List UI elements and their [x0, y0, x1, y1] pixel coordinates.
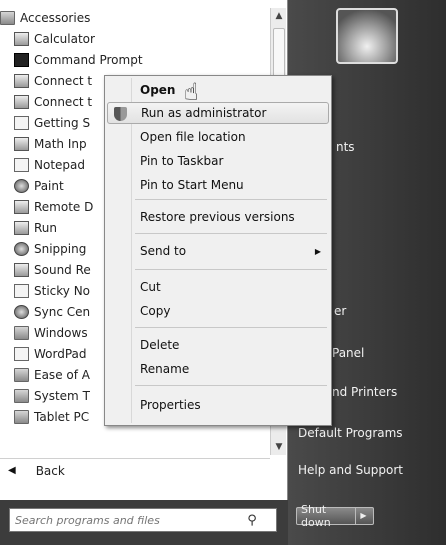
right-link-documents[interactable]: nts: [336, 140, 355, 154]
menu-separator: [135, 327, 327, 328]
menu-separator: [135, 269, 327, 270]
menu-item-label: Rename: [140, 362, 190, 376]
menu-item-properties[interactable]: Properties: [107, 394, 329, 416]
menu-item-label: Run as administrator: [141, 106, 267, 120]
remote-desktop-icon: [14, 200, 29, 214]
folder-icon: [0, 11, 15, 25]
program-label: Math Inp: [34, 137, 87, 151]
right-link-devices-printers[interactable]: nd Printers: [332, 385, 397, 399]
menu-item-copy[interactable]: Copy: [107, 300, 329, 322]
run-icon: [14, 221, 29, 235]
right-link-control-panel[interactable]: Panel: [332, 346, 364, 360]
menu-separator: [135, 233, 327, 234]
snipping-tool-icon: [14, 242, 29, 256]
menu-item-rename[interactable]: Rename: [107, 358, 329, 380]
program-label: Getting S: [34, 116, 91, 130]
program-label: Command Prompt: [34, 53, 143, 67]
menu-item-label: Delete: [140, 338, 180, 352]
search-input[interactable]: [10, 513, 242, 527]
right-link-default-programs[interactable]: Default Programs: [298, 426, 403, 440]
folder-icon: [14, 410, 29, 424]
menu-item-label: Cut: [140, 280, 161, 294]
wordpad-icon: [14, 347, 29, 361]
sync-center-icon: [14, 305, 29, 319]
program-label: Connect t: [34, 95, 93, 109]
notepad-icon: [14, 158, 29, 172]
back-button[interactable]: ◀ Back: [0, 458, 270, 482]
scroll-down-icon[interactable]: ▼: [271, 439, 287, 455]
start-menu: Accessories Calculator Command Prompt Co…: [0, 0, 446, 545]
menu-item-label: Send to: [140, 244, 187, 258]
menu-item-open[interactable]: Open: [107, 79, 329, 101]
program-label: Paint: [34, 179, 64, 193]
context-menu: Open Run as administrator Open file loca…: [104, 75, 332, 426]
back-arrow-icon: ◀: [8, 465, 16, 476]
shield-icon: [114, 107, 127, 121]
command-prompt-icon: [14, 53, 29, 67]
sound-recorder-icon: [14, 263, 29, 277]
search-icon[interactable]: ⚲: [242, 513, 262, 528]
menu-item-label: Copy: [140, 304, 171, 318]
calculator-icon: [14, 32, 29, 46]
menu-item-label: Restore previous versions: [140, 210, 295, 224]
program-label: Calculator: [34, 32, 95, 46]
shutdown-button[interactable]: Shut down ▶: [296, 503, 374, 529]
menu-item-label: Properties: [140, 398, 201, 412]
folder-icon: [14, 368, 29, 382]
menu-separator: [135, 385, 327, 386]
shutdown-options-icon[interactable]: ▶: [355, 508, 371, 524]
connect-projector-icon: [14, 95, 29, 109]
menu-item-pin-to-start-menu[interactable]: Pin to Start Menu: [107, 174, 329, 196]
program-calculator[interactable]: Calculator: [14, 29, 270, 49]
program-label: System T: [34, 389, 90, 403]
back-label: Back: [35, 463, 65, 478]
hand-cursor-icon: ☝: [184, 78, 199, 106]
menu-item-restore-previous-versions[interactable]: Restore previous versions: [107, 206, 329, 228]
menu-item-label: Pin to Start Menu: [140, 178, 244, 192]
program-label: WordPad: [34, 347, 87, 361]
program-label: Connect t: [34, 74, 93, 88]
program-label: Windows: [34, 326, 88, 340]
menu-item-delete[interactable]: Delete: [107, 334, 329, 356]
paint-icon: [14, 179, 29, 193]
math-input-icon: [14, 137, 29, 151]
sticky-notes-icon: [14, 284, 29, 298]
right-link-help-support[interactable]: Help and Support: [298, 463, 403, 477]
program-command-prompt[interactable]: Command Prompt: [14, 50, 270, 70]
program-label: Accessories: [20, 11, 91, 25]
menu-item-label: Open file location: [140, 130, 246, 144]
user-picture[interactable]: [336, 8, 398, 64]
program-label: Sync Cen: [34, 305, 91, 319]
program-label: Remote D: [34, 200, 94, 214]
submenu-arrow-icon: ▶: [314, 246, 321, 256]
shutdown-label: Shut down: [301, 503, 331, 529]
program-label: Snipping: [34, 242, 87, 256]
program-label: Run: [34, 221, 58, 235]
program-label: Sound Re: [34, 263, 91, 277]
menu-item-label: Open: [140, 83, 176, 97]
menu-item-label: Pin to Taskbar: [140, 154, 224, 168]
search-area: ⚲: [0, 500, 288, 545]
menu-item-cut[interactable]: Cut: [107, 276, 329, 298]
program-label: Ease of A: [34, 368, 90, 382]
menu-item-open-file-location[interactable]: Open file location: [107, 126, 329, 148]
right-link-computer[interactable]: er: [334, 304, 346, 318]
scroll-up-icon[interactable]: ▲: [271, 8, 287, 24]
folder-icon: [14, 389, 29, 403]
menu-item-send-to[interactable]: Send to ▶: [107, 240, 329, 262]
connect-icon: [14, 74, 29, 88]
menu-item-run-as-administrator[interactable]: Run as administrator: [107, 102, 329, 124]
program-label: Notepad: [34, 158, 85, 172]
program-folder-accessories[interactable]: Accessories: [0, 8, 270, 28]
getting-started-icon: [14, 116, 29, 130]
menu-separator: [135, 199, 327, 200]
program-label: Tablet PC: [34, 410, 90, 424]
menu-item-pin-to-taskbar[interactable]: Pin to Taskbar: [107, 150, 329, 172]
windows-explorer-icon: [14, 326, 29, 340]
search-box[interactable]: ⚲: [9, 508, 277, 532]
program-label: Sticky No: [34, 284, 91, 298]
